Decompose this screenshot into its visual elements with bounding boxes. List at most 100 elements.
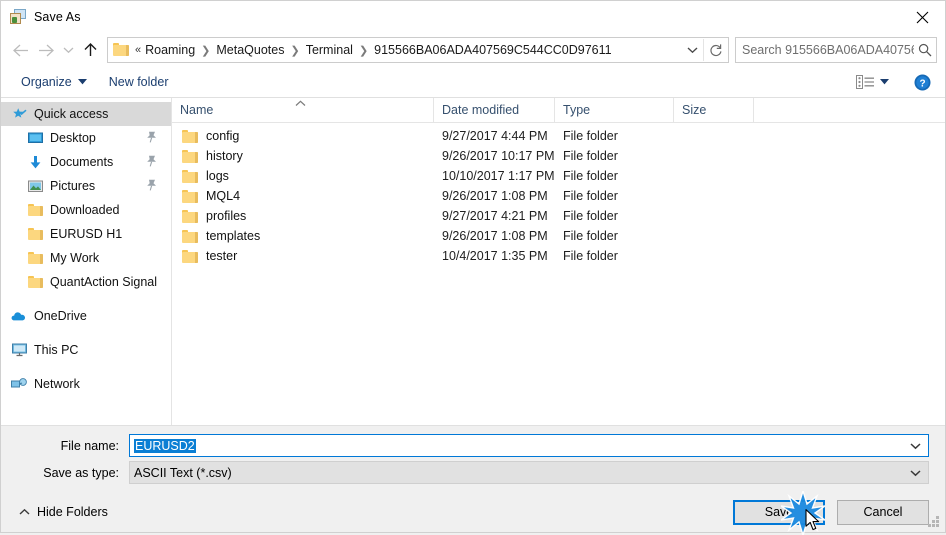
file-name-selected-text: EURUSD2 bbox=[134, 438, 196, 453]
sidebar-item-my-work[interactable]: My Work bbox=[1, 246, 171, 270]
hide-folders-button[interactable]: Hide Folders bbox=[17, 501, 110, 523]
table-row[interactable]: templates 9/26/2017 1:08 PM File folder bbox=[172, 226, 945, 246]
view-options-button[interactable] bbox=[852, 72, 893, 93]
desktop-icon bbox=[27, 130, 43, 146]
caret-down-icon bbox=[77, 79, 87, 85]
sidebar-item-eurusd-h1[interactable]: EURUSD H1 bbox=[1, 222, 171, 246]
close-button[interactable] bbox=[899, 1, 945, 33]
sidebar-item-label: Downloaded bbox=[50, 203, 120, 217]
breadcrumb-separator-icon[interactable]: ❯ bbox=[197, 44, 214, 57]
sidebar-item-label: Pictures bbox=[50, 179, 96, 193]
file-name-value[interactable]: EURUSD2 bbox=[130, 438, 902, 453]
up-button[interactable] bbox=[77, 37, 103, 63]
folder-icon bbox=[182, 249, 198, 263]
refresh-button[interactable] bbox=[703, 39, 728, 61]
sidebar-item-onedrive[interactable]: OneDrive bbox=[1, 304, 171, 328]
address-bar[interactable]: « Roaming ❯ MetaQuotes ❯ Terminal ❯ 9155… bbox=[107, 37, 729, 63]
table-row[interactable]: config 9/27/2017 4:44 PM File folder bbox=[172, 126, 945, 146]
file-name-input[interactable]: EURUSD2 bbox=[129, 434, 929, 457]
forward-button[interactable] bbox=[33, 37, 59, 63]
folder-icon bbox=[27, 274, 43, 290]
breadcrumb-overflow[interactable]: « bbox=[132, 44, 143, 56]
sidebar-item-desktop[interactable]: Desktop bbox=[1, 126, 171, 150]
file-date-cell: 9/26/2017 1:08 PM bbox=[442, 189, 548, 203]
file-date-cell: 10/10/2017 1:17 PM bbox=[442, 169, 555, 183]
chevron-down-icon bbox=[909, 469, 921, 476]
sidebar-item-pictures[interactable]: Pictures bbox=[1, 174, 171, 198]
save-button[interactable]: Save bbox=[733, 499, 825, 525]
breadcrumb-separator-icon[interactable]: ❯ bbox=[355, 44, 372, 57]
file-date-cell: 9/26/2017 10:17 PM bbox=[442, 149, 555, 163]
column-header-date-modified[interactable]: Date modified bbox=[434, 98, 555, 122]
sidebar-item-label: EURUSD H1 bbox=[50, 227, 123, 241]
file-date-cell: 9/26/2017 1:08 PM bbox=[442, 229, 548, 243]
navigation-pane: Quick access Desktop Documents Pictures … bbox=[1, 98, 172, 425]
file-name-label: MQL4 bbox=[206, 189, 241, 203]
breadcrumb-separator-icon[interactable]: ❯ bbox=[286, 44, 303, 57]
column-label: Name bbox=[180, 103, 214, 117]
breadcrumb-item-3[interactable]: 915566BA06ADA407569C544CC0D97611 bbox=[372, 43, 613, 57]
file-type-cell: File folder bbox=[563, 189, 618, 203]
folder-icon bbox=[27, 226, 43, 242]
onedrive-cloud-icon bbox=[11, 308, 27, 324]
file-name-dropdown-button[interactable] bbox=[902, 442, 928, 450]
help-icon: ? bbox=[914, 74, 930, 90]
save-as-dialog: Save As « Roaming ❯ MetaQuotes ❯ Termina… bbox=[0, 0, 946, 535]
save-as-type-value: ASCII Text (*.csv) bbox=[134, 465, 232, 480]
cancel-button-label: Cancel bbox=[863, 505, 903, 519]
save-as-type-select[interactable]: ASCII Text (*.csv) bbox=[129, 461, 929, 484]
sidebar-item-network[interactable]: Network bbox=[1, 372, 171, 396]
table-row[interactable]: MQL4 9/26/2017 1:08 PM File folder bbox=[172, 186, 945, 206]
folder-icon bbox=[182, 129, 198, 143]
sidebar-item-downloaded[interactable]: Downloaded bbox=[1, 198, 171, 222]
sidebar-item-this-pc[interactable]: This PC bbox=[1, 338, 171, 362]
this-pc-icon bbox=[11, 342, 27, 358]
pin-icon[interactable] bbox=[146, 155, 157, 170]
folder-icon bbox=[182, 229, 198, 243]
breadcrumb-item-1[interactable]: MetaQuotes bbox=[214, 43, 286, 57]
file-name-label: tester bbox=[206, 249, 238, 263]
sidebar-item-label: Network bbox=[34, 377, 80, 391]
table-row[interactable]: profiles 9/27/2017 4:21 PM File folder bbox=[172, 206, 945, 226]
help-button[interactable]: ? bbox=[909, 71, 935, 93]
file-name-label: logs bbox=[206, 169, 229, 183]
cancel-button[interactable]: Cancel bbox=[837, 499, 929, 525]
pin-icon[interactable] bbox=[146, 131, 157, 146]
recent-locations-button[interactable] bbox=[59, 37, 77, 63]
column-header-size[interactable]: Size bbox=[674, 98, 754, 122]
table-row[interactable]: logs 10/10/2017 1:17 PM File folder bbox=[172, 166, 945, 186]
sidebar-item-label: Desktop bbox=[50, 131, 96, 145]
recent-locations-chevron-icon bbox=[63, 47, 73, 54]
sidebar-item-label: QuantAction Signal bbox=[50, 275, 158, 289]
breadcrumb-item-2[interactable]: Terminal bbox=[304, 43, 355, 57]
pin-icon[interactable] bbox=[146, 179, 157, 194]
organize-button[interactable]: Organize bbox=[15, 72, 93, 92]
column-header-type[interactable]: Type bbox=[555, 98, 674, 122]
file-name-cell: tester bbox=[172, 249, 434, 263]
sidebar-item-quantaction-signal[interactable]: QuantAction Signal bbox=[1, 270, 171, 294]
star-pin-icon bbox=[11, 106, 27, 122]
address-dropdown-button[interactable] bbox=[681, 39, 703, 61]
sidebar-item-quick-access[interactable]: Quick access bbox=[1, 102, 171, 126]
search-input[interactable]: Search 915566BA06ADA40756... bbox=[736, 43, 914, 57]
back-button[interactable] bbox=[7, 37, 33, 63]
column-header-name[interactable]: Name bbox=[172, 98, 434, 122]
folder-icon bbox=[182, 189, 198, 203]
column-label: Size bbox=[682, 103, 707, 117]
sidebar-item-documents[interactable]: Documents bbox=[1, 150, 171, 174]
sidebar-item-label: OneDrive bbox=[34, 309, 87, 323]
save-as-type-row: Save as type: ASCII Text (*.csv) bbox=[17, 461, 929, 484]
new-folder-button[interactable]: New folder bbox=[103, 72, 175, 92]
resize-grip-icon[interactable] bbox=[928, 516, 940, 528]
breadcrumb: « Roaming ❯ MetaQuotes ❯ Terminal ❯ 9155… bbox=[132, 43, 681, 57]
search-box[interactable]: Search 915566BA06ADA40756... bbox=[735, 37, 937, 63]
save-as-type-dropdown-button[interactable] bbox=[902, 469, 928, 477]
folder-icon bbox=[27, 202, 43, 218]
command-toolbar: Organize New folder ? bbox=[1, 67, 945, 98]
sidebar-item-label: Quick access bbox=[34, 107, 109, 121]
file-date-cell: 9/27/2017 4:44 PM bbox=[442, 129, 548, 143]
breadcrumb-item-0[interactable]: Roaming bbox=[143, 43, 197, 57]
table-row[interactable]: history 9/26/2017 10:17 PM File folder bbox=[172, 146, 945, 166]
table-row[interactable]: tester 10/4/2017 1:35 PM File folder bbox=[172, 246, 945, 266]
column-label: Date modified bbox=[442, 103, 520, 117]
